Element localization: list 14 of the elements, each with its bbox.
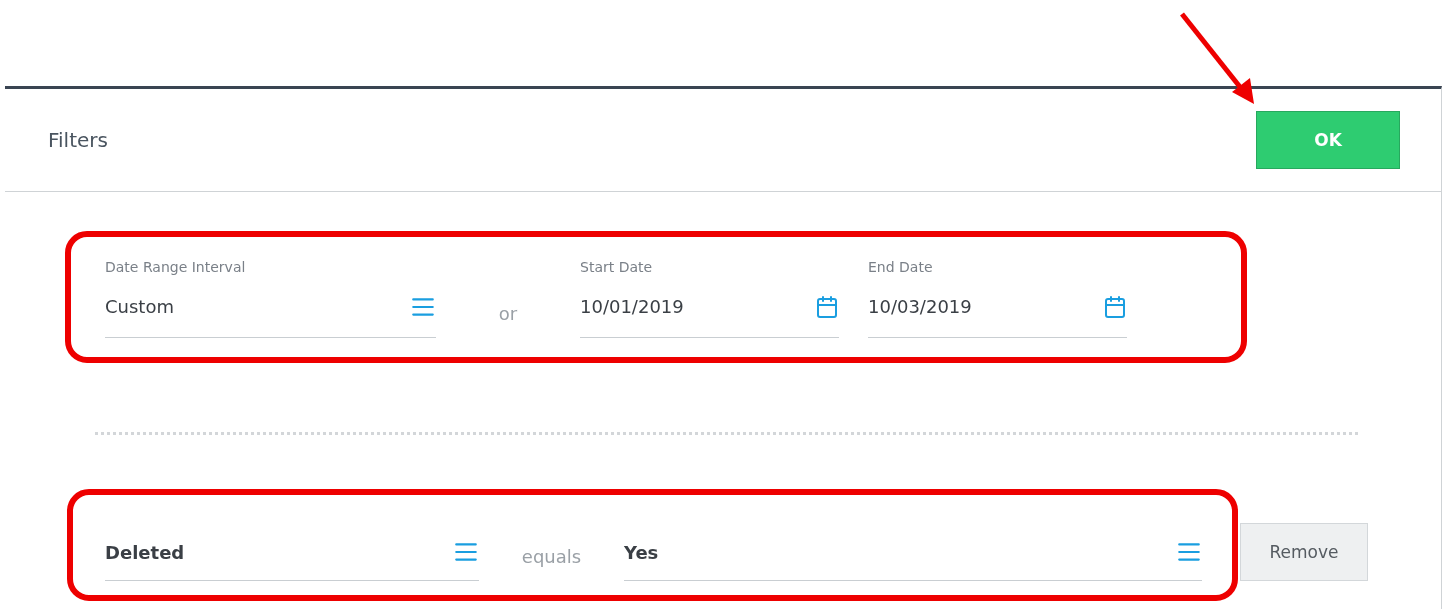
panel-title: Filters xyxy=(48,128,108,152)
remove-button[interactable]: Remove xyxy=(1240,523,1368,581)
field-label: Start Date xyxy=(580,258,654,276)
select-field[interactable]: Yes xyxy=(624,524,1202,581)
field-label: End Date xyxy=(868,258,934,276)
select-field[interactable]: Deleted xyxy=(105,524,479,581)
select-field[interactable]: Custom xyxy=(105,276,436,338)
calendar-icon[interactable] xyxy=(1103,294,1127,319)
calendar-icon[interactable] xyxy=(815,294,839,319)
date-field[interactable]: 10/01/2019 xyxy=(580,276,839,338)
field-label: Date Range Interval xyxy=(105,258,247,276)
connector-text: or xyxy=(498,303,518,324)
date-field[interactable]: 10/03/2019 xyxy=(868,276,1127,338)
operator-text: equals xyxy=(521,546,582,567)
